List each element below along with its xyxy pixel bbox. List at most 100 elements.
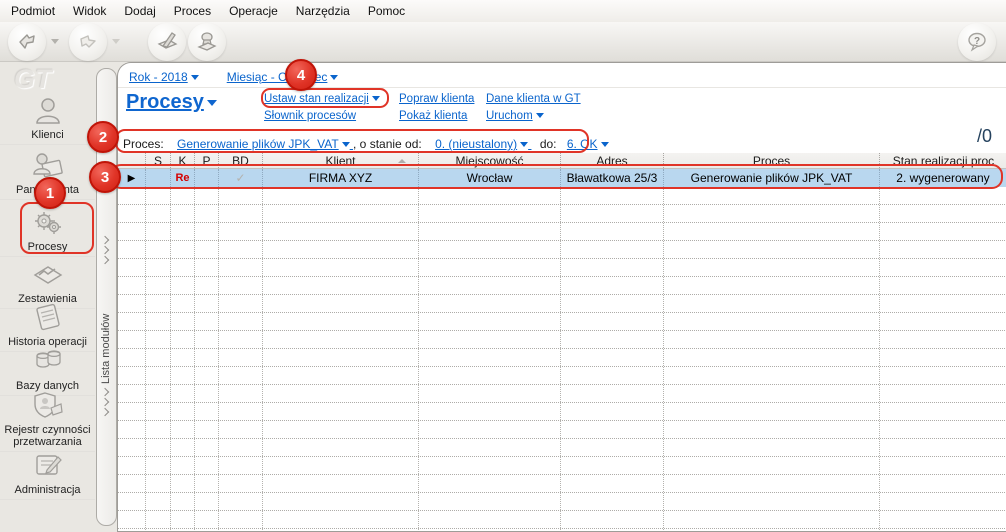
chart-icon	[31, 259, 65, 291]
shield-person-icon	[31, 390, 65, 422]
table-empty-rows	[118, 187, 1006, 531]
column-header-k[interactable]: K	[171, 153, 195, 168]
receive-arrow-icon[interactable]	[69, 22, 107, 61]
expand-chevrons-icon[interactable]	[100, 235, 110, 265]
menu-pomoc[interactable]: Pomoc	[359, 0, 414, 22]
gears-icon	[31, 207, 65, 239]
sidebar-item-klienci[interactable]: Klienci	[0, 95, 95, 145]
chevron-down-icon	[600, 142, 609, 148]
menu-widok[interactable]: Widok	[64, 0, 115, 22]
bd-checkmark-icon: ✓	[235, 171, 246, 185]
popraw-klienta-link[interactable]: Popraw klienta	[399, 93, 474, 105]
send-dropdown-icon[interactable]	[51, 39, 59, 44]
column-header-p[interactable]: P	[195, 153, 219, 168]
empty-grid-row	[118, 223, 1006, 241]
annotation-step-4: 4	[285, 59, 317, 91]
stan-od-value-link[interactable]: 0. (nieustalony)	[435, 137, 531, 151]
sidebar-item-administracja[interactable]: Administracja	[0, 450, 95, 500]
column-header-klient[interactable]: Klient	[263, 153, 419, 168]
sidebar-item-rejestr-czynnosci[interactable]: Rejestr czynności przetwarzania	[0, 390, 95, 452]
column-header-stan-realizacji[interactable]: Stan realizacji proc	[880, 153, 1006, 168]
annotation-step-3: 3	[89, 161, 121, 193]
current-row-marker-icon: ▶	[127, 172, 136, 184]
receive-dropdown-icon[interactable]	[112, 39, 120, 44]
do-value-link[interactable]: 6. OK	[567, 137, 609, 151]
person-icon	[31, 95, 65, 127]
cell-k-flag: Re	[175, 172, 190, 184]
sidebar-label: Rejestr czynności przetwarzania	[0, 424, 95, 452]
sidebar-label: Administracja	[0, 484, 95, 500]
month-filter-link[interactable]: Miesiąc - Czerwiec	[227, 70, 339, 84]
sidebar-item-historia-operacji[interactable]: Historia operacji	[0, 302, 95, 352]
empty-grid-row	[118, 511, 1006, 529]
column-header-bd[interactable]: BD	[219, 153, 263, 168]
cell-klient: FIRMA XYZ	[263, 169, 419, 187]
pokaz-klienta-link[interactable]: Pokaż klienta	[399, 110, 474, 122]
chevron-down-icon	[371, 96, 380, 102]
expand-chevrons-icon[interactable]	[100, 387, 110, 417]
sort-ascending-icon	[398, 159, 406, 163]
empty-grid-row	[118, 421, 1006, 439]
empty-grid-row	[118, 277, 1006, 295]
database-icon	[31, 346, 65, 378]
menu-operacje[interactable]: Operacje	[220, 0, 287, 22]
actions-column-2: Popraw klienta Pokaż klienta	[399, 93, 474, 122]
main-panel: Rok - 2018 Miesiąc - Czerwiec Procesy Us…	[117, 62, 1006, 532]
empty-grid-row	[118, 385, 1006, 403]
stan-od-label: , o stanie od:	[353, 137, 422, 151]
empty-grid-row	[118, 439, 1006, 457]
empty-grid-row	[118, 241, 1006, 259]
table-header: S K P BD Klient Miejscowość Adres Proces…	[118, 153, 1006, 169]
table-row[interactable]: ▶ Re ✓ FIRMA XYZ Wrocław Bławatkowa 25/3…	[118, 169, 1006, 187]
actions-column-3: Dane klienta w GT Uruchom	[486, 93, 581, 122]
empty-grid-row	[118, 475, 1006, 493]
slownik-procesow-link[interactable]: Słownik procesów	[264, 110, 380, 122]
page-title[interactable]: Procesy	[126, 91, 217, 114]
year-filter-link[interactable]: Rok - 2018	[129, 70, 199, 84]
sidebar-label: Procesy	[0, 241, 95, 257]
column-header-adres[interactable]: Adres	[561, 153, 664, 168]
column-header-marker	[118, 153, 146, 168]
divider	[118, 87, 1006, 88]
column-header-s[interactable]: S	[146, 153, 171, 168]
process-filter-bar: Proces: Generowanie plików JPK_VAT , o s…	[123, 136, 609, 152]
empty-grid-row	[118, 205, 1006, 223]
column-header-miejscowosc[interactable]: Miejscowość	[419, 153, 561, 168]
sidebar-label: Klienci	[0, 129, 95, 145]
send-arrow-icon[interactable]	[8, 22, 46, 61]
ustaw-stan-realizacji-link[interactable]: Ustaw stan realizacji	[264, 93, 380, 105]
cell-adres: Bławatkowa 25/3	[561, 169, 664, 187]
stamp-icon[interactable]	[188, 22, 226, 61]
menu-bar: Podmiot Widok Dodaj Proces Operacje Narz…	[0, 0, 1006, 22]
edit-pen-icon[interactable]	[148, 22, 186, 61]
uruchom-link[interactable]: Uruchom	[486, 110, 581, 122]
empty-grid-row	[118, 259, 1006, 277]
record-counter: /0	[976, 126, 992, 146]
toolbar: ?	[0, 22, 1006, 62]
sidebar-item-bazy-danych[interactable]: Bazy danych	[0, 346, 95, 396]
cell-stan-realizacji: 2. wygenerowany	[880, 169, 1006, 187]
empty-grid-row	[118, 331, 1006, 349]
chevron-down-icon	[190, 75, 199, 81]
empty-grid-row	[118, 403, 1006, 421]
empty-grid-row	[118, 349, 1006, 367]
chevron-down-icon	[330, 75, 339, 81]
empty-grid-row	[118, 457, 1006, 475]
help-bubble-icon[interactable]: ?	[958, 23, 996, 61]
proces-value-link[interactable]: Generowanie plików JPK_VAT	[177, 137, 353, 151]
dane-klienta-w-gt-link[interactable]: Dane klienta w GT	[486, 93, 581, 105]
annotation-step-2: 2	[87, 121, 119, 153]
menu-dodaj[interactable]: Dodaj	[115, 0, 164, 22]
chevron-down-icon	[341, 142, 350, 148]
sidebar-item-procesy[interactable]: Procesy	[0, 207, 95, 257]
annotation-step-1: 1	[34, 177, 66, 209]
admin-pencil-icon	[31, 450, 65, 482]
chevron-down-icon	[535, 113, 544, 119]
menu-podmiot[interactable]: Podmiot	[2, 0, 64, 22]
actions-column-1: Ustaw stan realizacji Słownik procesów	[264, 93, 380, 122]
menu-narzedzia[interactable]: Narzędzia	[287, 0, 359, 22]
column-header-proces[interactable]: Proces	[664, 153, 880, 168]
chevron-down-icon	[206, 99, 217, 106]
menu-proces[interactable]: Proces	[165, 0, 220, 22]
module-list-label: Lista modułów	[100, 313, 112, 384]
